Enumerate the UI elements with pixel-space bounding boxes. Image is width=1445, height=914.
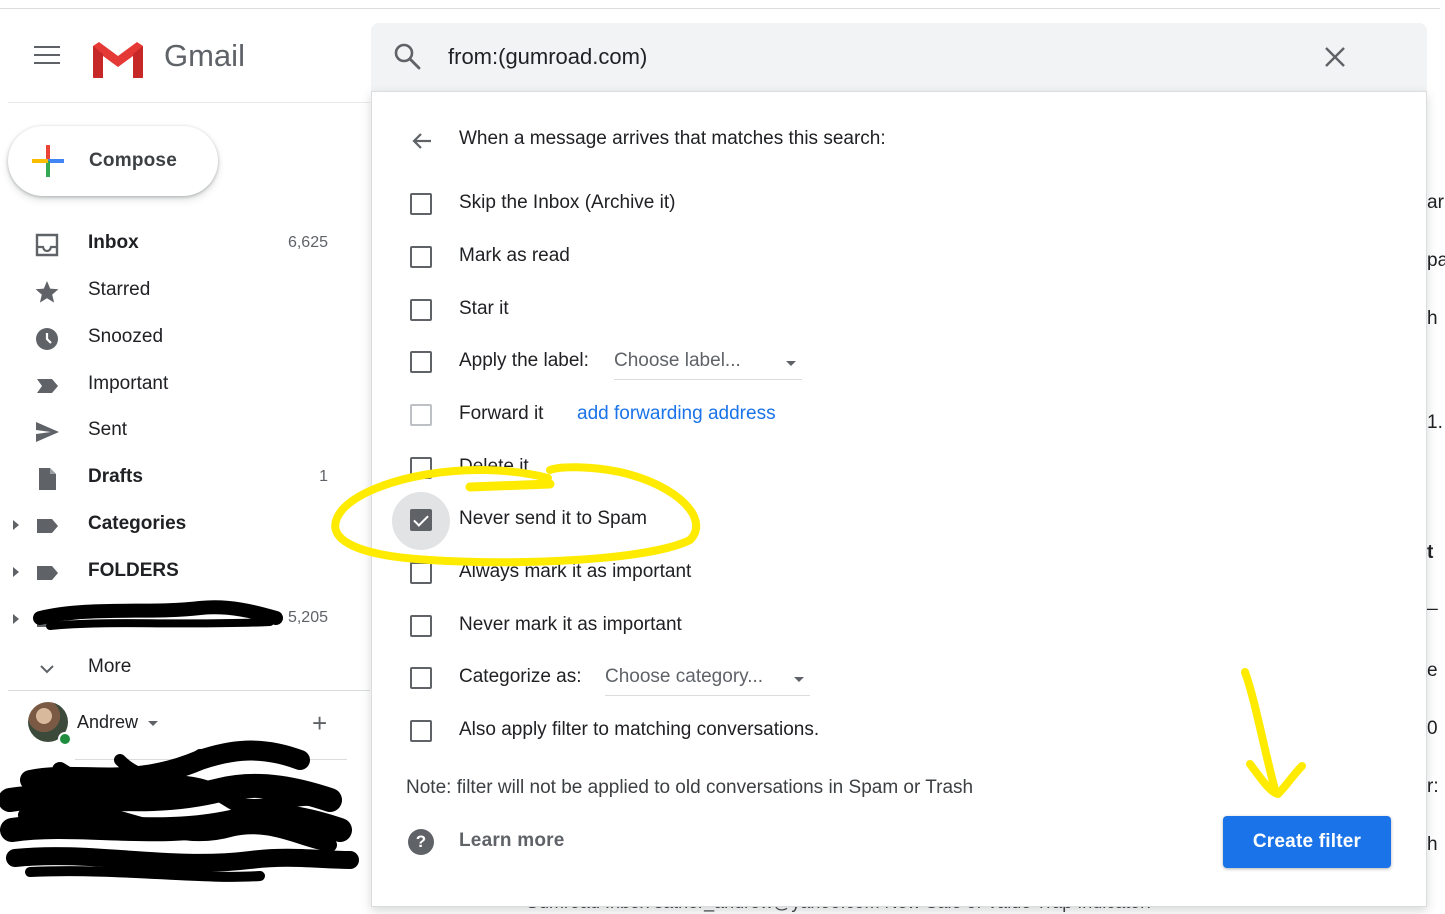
- filter-note: Note: filter will not be applied to old …: [406, 777, 974, 798]
- option-label: Star it: [459, 298, 509, 319]
- list-item: ar: [1427, 192, 1444, 213]
- main-menu-icon[interactable]: [34, 46, 62, 68]
- header-divider: [8, 102, 370, 103]
- choose-label-dropdown[interactable]: Choose label...: [614, 348, 802, 380]
- sidebar-item-label: Drafts: [88, 466, 143, 487]
- close-icon[interactable]: [1320, 42, 1350, 72]
- create-filter-button[interactable]: Create filter: [1223, 816, 1391, 868]
- important-icon: [37, 379, 58, 393]
- choose-category-dropdown[interactable]: Choose category...: [605, 664, 810, 696]
- more-label: More: [88, 656, 132, 677]
- unread-count: 6,625: [287, 234, 328, 251]
- help-icon[interactable]: ?: [408, 829, 434, 855]
- search-input[interactable]: from:(gumroad.com): [448, 44, 647, 70]
- chevron-down-icon[interactable]: [148, 721, 158, 726]
- learn-more-link[interactable]: Learn more: [459, 830, 564, 852]
- dropdown-arrow-icon: [794, 677, 804, 682]
- apply-existing-checkbox[interactable]: [410, 720, 432, 742]
- never-spam-checkbox[interactable]: [410, 509, 432, 531]
- sidebar-item-folders[interactable]: FOLDERS: [0, 552, 345, 592]
- sidebar-item-label: FOLDERS: [88, 560, 179, 581]
- forward-checkbox[interactable]: [410, 404, 432, 426]
- hangouts-divider: [75, 759, 347, 760]
- option-label: Never send it to Spam: [459, 508, 647, 529]
- option-label: Apply the label:: [459, 350, 589, 371]
- add-contact-icon[interactable]: +: [312, 710, 327, 736]
- sidebar-item-drafts[interactable]: Drafts 1: [0, 458, 345, 498]
- list-item: 1.: [1427, 412, 1443, 433]
- back-arrow-icon[interactable]: [410, 129, 434, 153]
- list-item: h: [1427, 834, 1438, 855]
- sidebar-item-label: Sent: [88, 419, 128, 440]
- list-item: 0: [1427, 718, 1438, 739]
- hangouts-user[interactable]: Andrew +: [28, 702, 348, 746]
- list-item: e: [1427, 660, 1438, 681]
- option-label: Forward it: [459, 403, 544, 424]
- background-mail-list: ar pa h 1. t _ e 0 r: h: [1427, 170, 1445, 914]
- list-item: pa: [1427, 250, 1445, 271]
- dropdown-value: Choose label...: [614, 350, 741, 371]
- draft-count: 1: [319, 468, 328, 485]
- add-forwarding-address-link[interactable]: add forwarding address: [577, 403, 776, 425]
- option-label: Never mark it as important: [459, 614, 682, 635]
- list-item: _: [1427, 590, 1438, 611]
- list-item: h: [1427, 308, 1438, 329]
- option-label: Also apply filter to matching conversati…: [459, 719, 820, 740]
- unread-count: 5,205: [287, 609, 328, 626]
- sidebar-item-categories[interactable]: Categories: [0, 505, 345, 545]
- sidebar-item-label: Categories: [88, 513, 187, 534]
- sidebar-item-label: Important: [88, 373, 169, 394]
- online-status-icon: [58, 732, 72, 746]
- option-label: Mark as read: [459, 245, 570, 266]
- gmail-logo-icon[interactable]: [90, 38, 146, 80]
- dropdown-value: Choose category...: [605, 666, 764, 687]
- sidebar-item-label: Snoozed: [88, 326, 164, 347]
- sidebar-item-snoozed[interactable]: Snoozed: [0, 318, 345, 358]
- star-icon: [35, 281, 59, 303]
- hangouts-user-name: Andrew: [77, 712, 139, 732]
- expand-caret-icon[interactable]: [13, 614, 19, 624]
- label-icon: [37, 613, 58, 627]
- star-it-checkbox[interactable]: [410, 299, 432, 321]
- option-label: Always mark it as important: [459, 561, 692, 582]
- list-item: r:: [1427, 776, 1439, 797]
- always-important-checkbox[interactable]: [410, 562, 432, 584]
- delete-checkbox[interactable]: [410, 457, 432, 479]
- categorize-checkbox[interactable]: [410, 667, 432, 689]
- clock-icon: [36, 328, 58, 350]
- sidebar-item-important[interactable]: Important: [0, 365, 345, 405]
- sidebar-item-starred[interactable]: Starred: [0, 271, 345, 311]
- mark-read-checkbox[interactable]: [410, 246, 432, 268]
- option-label: Categorize as:: [459, 666, 582, 687]
- sidebar-item-label: Inbox: [88, 232, 139, 253]
- compose-button[interactable]: Compose: [8, 126, 218, 196]
- option-label: Delete it: [459, 456, 529, 477]
- sidebar-item-sent[interactable]: Sent: [0, 411, 345, 451]
- option-label: Skip the Inbox (Archive it): [459, 192, 676, 213]
- apply-label-checkbox[interactable]: [410, 351, 432, 373]
- inbox-icon: [35, 233, 59, 257]
- label-icon: [37, 519, 58, 533]
- never-important-checkbox[interactable]: [410, 615, 432, 637]
- top-border: [0, 8, 1440, 9]
- sidebar-item-label: Starred: [88, 279, 151, 300]
- filter-heading: When a message arrives that matches this…: [459, 128, 886, 149]
- sidebar-item-inbox[interactable]: Inbox 6,625: [0, 224, 345, 264]
- send-icon: [36, 422, 59, 442]
- search-icon[interactable]: [392, 41, 422, 71]
- sidebar-item-redacted-folder[interactable]: 5,205: [0, 599, 345, 639]
- draft-icon: [39, 468, 56, 490]
- dropdown-arrow-icon: [786, 361, 796, 366]
- sidebar-more[interactable]: More: [0, 648, 345, 688]
- skip-inbox-checkbox[interactable]: [410, 193, 432, 215]
- list-item: t: [1427, 542, 1434, 563]
- chevron-down-icon: [40, 665, 54, 674]
- expand-caret-icon[interactable]: [13, 567, 19, 577]
- plus-icon: [32, 145, 64, 177]
- sidebar-divider: [8, 690, 370, 691]
- compose-label: Compose: [89, 150, 177, 171]
- label-icon: [37, 566, 58, 580]
- gmail-wordmark[interactable]: Gmail: [164, 38, 245, 74]
- expand-caret-icon[interactable]: [13, 520, 19, 530]
